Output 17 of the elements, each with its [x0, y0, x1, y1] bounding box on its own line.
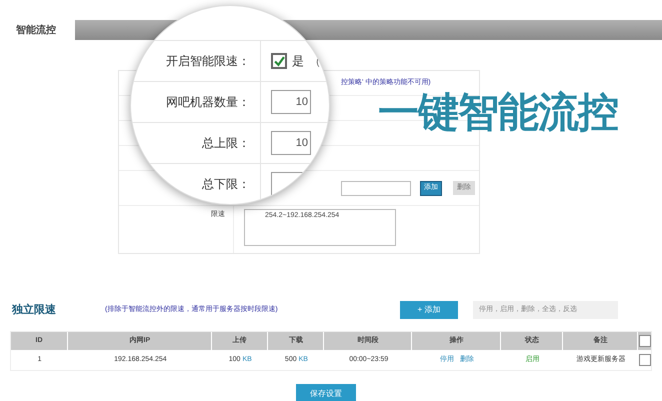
field-label: 开启智能限速： [166, 53, 250, 70]
add-button[interactable]: + 添加 [400, 301, 458, 319]
input-field[interactable] [341, 180, 411, 196]
checkbox[interactable] [639, 354, 652, 366]
checkbox[interactable] [639, 335, 652, 347]
save-button[interactable]: 保存设置 [296, 384, 356, 401]
headline: 一键智能流控 [378, 92, 618, 133]
input-field[interactable]: 10 [271, 131, 311, 155]
section-tab[interactable]: 智能流控 [0, 22, 75, 38]
field-label: 总下限： [202, 176, 250, 193]
checkbox[interactable] [271, 53, 287, 69]
input-field[interactable]: 10 [271, 90, 311, 114]
option-label: 是 [292, 53, 304, 70]
field-label: 网吧机器数量： [166, 94, 250, 111]
checkmark-icon [274, 56, 284, 66]
field-label: 总上限： [202, 135, 250, 152]
section-title: 独立限速 [10, 302, 57, 318]
